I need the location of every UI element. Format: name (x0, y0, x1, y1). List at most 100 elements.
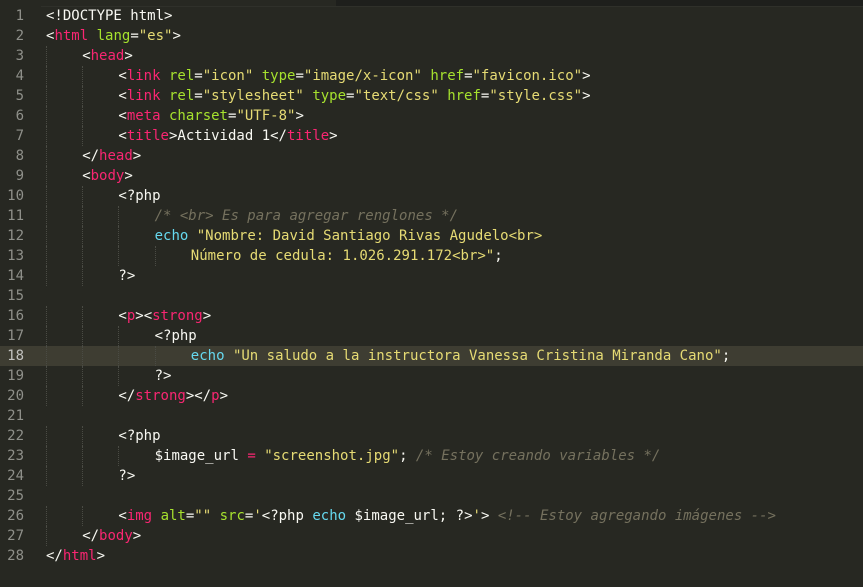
code-line[interactable]: 12 echo "Nombre: David Santiago Rivas Agu… (0, 226, 863, 246)
line-number: 6 (15, 108, 24, 124)
indent-guide (82, 126, 84, 146)
code-line[interactable]: 15 (0, 286, 863, 306)
code-token-attr: rel (168, 68, 195, 84)
code-line[interactable]: 27 </body> (0, 526, 863, 546)
indent-guide (46, 126, 47, 146)
indent-guide (82, 106, 84, 126)
line-number: 25 (7, 488, 24, 504)
code-token-txt: < (118, 128, 127, 144)
indent-guide (46, 346, 47, 366)
line-text: <html lang="es"> (46, 26, 181, 46)
code-token-attr: alt (160, 508, 186, 524)
code-token-attr: lang (96, 28, 131, 44)
code-token-txt: </ (118, 388, 136, 404)
line-text: ?> (118, 266, 135, 286)
code-line[interactable]: 7 <title>Actividad 1</title> (0, 126, 863, 146)
code-line[interactable]: 13 Número de cedula: 1.026.291.172<br>"; (0, 246, 863, 266)
code-line[interactable]: 6 <meta charset="UTF-8"> (0, 106, 863, 126)
code-token-tag: link (126, 68, 161, 84)
code-token-kw: echo (312, 508, 347, 524)
code-token-txt: > (329, 128, 338, 144)
code-token-txt: >Actividad 1</ (168, 128, 287, 144)
code-line[interactable]: 14 ?> (0, 266, 863, 286)
code-token-tag: p (126, 308, 136, 324)
code-line[interactable]: 20 </strong></p> (0, 386, 863, 406)
code-line[interactable]: 21 (0, 406, 863, 426)
code-line[interactable]: 28 </html> (0, 546, 863, 566)
code-line[interactable]: 10 <?php (0, 186, 863, 206)
indent-guide (118, 346, 120, 366)
code-line[interactable]: 18 echo "Un saludo a la instructora Vanes… (0, 346, 863, 366)
indent-guide (82, 306, 84, 326)
indent-guide (46, 426, 47, 446)
code-line[interactable]: 16 <p><strong> (0, 306, 863, 326)
code-line[interactable]: 23 $image_url = "screenshot.jpg"; /* Esto… (0, 446, 863, 466)
indent-guide (82, 246, 84, 266)
indent-guide (46, 366, 47, 386)
code-token-tag: p (211, 388, 220, 404)
line-text: </body> (82, 526, 141, 546)
line-text: <?php (118, 426, 160, 446)
code-line[interactable]: 5 <link rel="stylesheet" type="text/css" … (0, 86, 863, 106)
code-token-txt: <!DOCTYPE html> (46, 8, 173, 24)
code-token-txt: $image_url (154, 448, 239, 464)
code-token-txt: </ (82, 528, 100, 544)
code-token-php: ?> (118, 468, 136, 484)
indent-guide (118, 226, 120, 246)
code-token-txt: ; (494, 248, 503, 264)
code-token-txt: < (118, 108, 127, 124)
indent-guide (82, 346, 84, 366)
code-line[interactable]: 4 <link rel="icon" type="image/x-icon" hr… (0, 66, 863, 86)
code-line[interactable]: 22 <?php (0, 426, 863, 446)
code-line[interactable]: 11 /* <br> Es para agregar renglones */ (0, 206, 863, 226)
line-text: <title>Actividad 1</title> (118, 126, 337, 146)
code-editor[interactable]: 1 <!DOCTYPE html> 2 <html lang="es"> 3 <head>… (0, 0, 863, 587)
code-line[interactable]: 2 <html lang="es"> (0, 26, 863, 46)
indent-guide (118, 326, 120, 346)
code-token-cmt: /* <br> Es para agregar renglones */ (154, 208, 459, 224)
code-token-str: "Nombre: David Santiago Rivas Agudelo<br… (196, 228, 543, 244)
code-line[interactable]: 17 <?php (0, 326, 863, 346)
code-token-txt: = (194, 88, 203, 104)
line-text: <?php (118, 186, 160, 206)
code-line[interactable]: 25 (0, 486, 863, 506)
code-token-txt: > (202, 308, 212, 324)
code-line[interactable]: 24 ?> (0, 466, 863, 486)
indent-guide (46, 266, 47, 286)
code-token-txt: > (132, 528, 142, 544)
line-text: echo "Nombre: David Santiago Rivas Agude… (155, 226, 543, 246)
indent-guide (82, 506, 84, 526)
line-number: 14 (7, 268, 24, 284)
line-text: </html> (46, 546, 105, 566)
code-token-txt: ; (721, 348, 731, 364)
line-number: 24 (7, 468, 24, 484)
code-line[interactable]: 26 <img alt="" src='<?php echo $image_url… (0, 506, 863, 526)
indent-guide (46, 386, 47, 406)
line-number: 21 (7, 408, 24, 424)
indent-guide (46, 226, 47, 246)
code-token-str: "es" (138, 28, 173, 44)
code-token-tag: head (99, 148, 133, 164)
code-line[interactable]: 8 </head> (0, 146, 863, 166)
code-token-txt: < (118, 308, 127, 324)
code-token-tag: meta (126, 108, 161, 124)
indent-guide (46, 526, 47, 546)
code-line[interactable]: 9 <body> (0, 166, 863, 186)
code-token-txt: = (130, 28, 139, 44)
code-token-txt: < (82, 48, 91, 64)
code-line[interactable]: 19 ?> (0, 366, 863, 386)
code-area[interactable]: 1 <!DOCTYPE html> 2 <html lang="es"> 3 <head>… (0, 6, 863, 566)
line-number: 20 (7, 388, 24, 404)
code-token-txt: > (172, 28, 181, 44)
code-token-str: "style.css" (489, 88, 583, 104)
code-line[interactable]: 3 <head> (0, 46, 863, 66)
indent-guide (82, 266, 84, 286)
code-line[interactable]: 1 <!DOCTYPE html> (0, 6, 863, 26)
code-token-php: <?php (261, 508, 304, 524)
